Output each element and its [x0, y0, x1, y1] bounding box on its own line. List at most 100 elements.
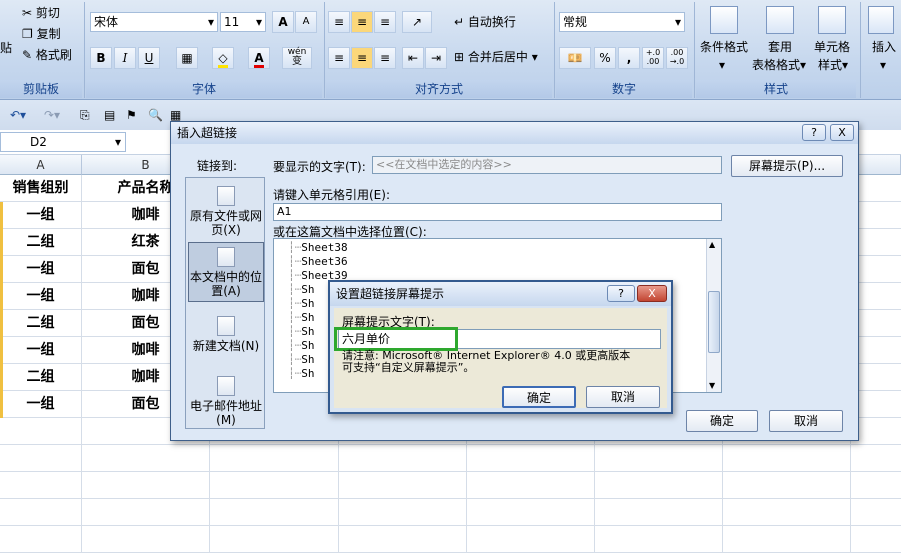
tree-item[interactable]: ┆┈Sh — [288, 339, 315, 353]
table-cell[interactable] — [0, 526, 82, 553]
table-cell[interactable]: 一组 — [0, 256, 82, 283]
toolbar-icon-1[interactable]: ⎘ — [80, 105, 90, 125]
screentip-cancel-button[interactable]: 取消 — [586, 386, 660, 408]
align-top-button[interactable]: ≡ — [328, 11, 350, 33]
toolbar-icon-4[interactable]: 🔍 — [148, 105, 163, 125]
tree-item[interactable]: ┆┈Sh — [288, 311, 315, 325]
table-cell[interactable] — [0, 472, 82, 499]
orientation-button[interactable]: ↗ — [402, 11, 432, 33]
tree-line-icon: ┆┈ — [288, 339, 302, 352]
screentip-ok-button[interactable]: 确定 — [502, 386, 576, 408]
undo-icon[interactable]: ↶▾ — [10, 105, 26, 125]
nav-place-in-document[interactable]: 本文档中的位置(A) — [188, 242, 264, 302]
tree-item[interactable]: ┆┈Sheet38 — [288, 241, 348, 255]
cancel-button[interactable]: 取消 — [769, 410, 843, 432]
percent-icon: % — [599, 51, 611, 65]
nav-existing-file[interactable]: 原有文件或网页(X) — [188, 184, 264, 240]
screentip-button[interactable]: 屏幕提示(P)... — [731, 155, 843, 177]
scroll-down-icon[interactable]: ▼ — [709, 381, 715, 390]
table-format-label-1[interactable]: 套用 — [768, 37, 792, 57]
column-header-a[interactable]: A — [0, 155, 82, 175]
toolbar-icon-2[interactable]: ▤ — [104, 105, 115, 125]
tree-scrollbar[interactable]: ▲ ▼ — [706, 239, 721, 392]
phonetic-button[interactable]: wén 变 — [282, 47, 312, 69]
border-button[interactable]: ▦ — [176, 47, 198, 69]
percent-button[interactable]: % — [594, 47, 616, 69]
underline-button[interactable]: U — [138, 47, 160, 69]
conditional-format-button[interactable]: 条件格式 — [700, 37, 748, 57]
table-cell[interactable]: 二组 — [0, 310, 82, 337]
table-cell[interactable]: 二组 — [0, 229, 82, 256]
align-middle-button[interactable]: ≡ — [351, 11, 373, 33]
scroll-thumb[interactable] — [708, 291, 720, 353]
fill-color-button[interactable]: ◇ — [212, 47, 234, 69]
wrap-text-button[interactable]: ↵ 自动换行 — [454, 12, 516, 32]
cut-button[interactable]: ✂ 剪切 — [22, 3, 60, 23]
cell-styles-label-1[interactable]: 单元格 — [814, 37, 850, 57]
table-cell[interactable] — [82, 472, 210, 499]
increase-indent-button[interactable]: ⇥ — [425, 47, 447, 69]
chevron-down-icon: ▾ — [880, 58, 887, 72]
table-cell[interactable]: 一组 — [0, 283, 82, 310]
close-button[interactable]: X — [830, 124, 854, 141]
font-color-button[interactable]: A — [248, 47, 270, 69]
paste-button-label[interactable]: 贴 — [0, 38, 12, 58]
shrink-font-button[interactable]: A — [295, 11, 317, 33]
table-cell[interactable]: 二组 — [0, 364, 82, 391]
comma-button[interactable]: , — [618, 47, 640, 69]
decrease-indent-button[interactable]: ⇤ — [402, 47, 424, 69]
toolbar-icon-3[interactable]: ⚑ — [126, 105, 137, 125]
table-format-button[interactable]: 表格格式▾ — [752, 55, 806, 75]
redo-icon[interactable]: ↷▾ — [44, 105, 60, 125]
align-bottom-button[interactable]: ≡ — [374, 11, 396, 33]
gridline — [594, 472, 595, 499]
bold-button[interactable]: B — [90, 47, 112, 69]
table-row — [0, 526, 901, 553]
font-name-select[interactable]: 宋体 ▾ — [90, 12, 218, 32]
table-cell[interactable] — [0, 418, 82, 445]
grow-font-button[interactable]: A — [272, 11, 294, 33]
accounting-format-button[interactable]: 💴 — [559, 47, 591, 69]
merge-center-button[interactable]: ⊞ 合并后居中 ▾ — [454, 47, 538, 67]
tree-line-icon: ┆┈ — [288, 353, 302, 366]
tree-item[interactable]: ┆┈Sheet36 — [288, 255, 348, 269]
format-painter-button[interactable]: ✎ 格式刷 — [22, 45, 72, 65]
cell-styles-button[interactable]: 样式▾ — [818, 55, 848, 75]
tree-item[interactable]: ┆┈Sh — [288, 325, 315, 339]
tree-item[interactable]: ┆┈Sh — [288, 283, 315, 297]
table-format-label-2: 表格格式 — [752, 58, 801, 72]
tree-item[interactable]: ┆┈Sh — [288, 297, 315, 311]
align-center-button[interactable]: ≡ — [351, 47, 373, 69]
name-box[interactable]: D2 ▾ — [0, 132, 126, 152]
align-left-button[interactable]: ≡ — [328, 47, 350, 69]
decrease-decimal-button[interactable]: .00 →.0 — [666, 47, 688, 69]
table-cell[interactable] — [82, 445, 210, 472]
insert-button[interactable]: 插入 — [872, 37, 896, 57]
table-cell[interactable]: 一组 — [0, 391, 82, 418]
number-format-select[interactable]: 常规 ▾ — [559, 12, 685, 32]
italic-button[interactable]: I — [114, 47, 136, 69]
chevron-down-icon: ▾ — [674, 15, 681, 29]
table-cell[interactable] — [82, 499, 210, 526]
table-cell[interactable]: 一组 — [0, 202, 82, 229]
copy-button[interactable]: ❐ 复制 — [22, 24, 61, 44]
font-size-select[interactable]: 11 ▾ — [220, 12, 266, 32]
close-button[interactable]: X — [637, 285, 667, 302]
table-cell[interactable] — [0, 499, 82, 526]
display-text-input[interactable]: <<在文档中选定的内容>> — [372, 156, 722, 174]
scroll-up-icon[interactable]: ▲ — [709, 240, 715, 249]
tree-item[interactable]: ┆┈Sh — [288, 367, 315, 381]
tree-item[interactable]: ┆┈Sh — [288, 353, 315, 367]
table-cell[interactable] — [82, 526, 210, 553]
table-cell[interactable]: 销售组别 — [0, 175, 82, 202]
ok-button[interactable]: 确定 — [686, 410, 758, 432]
increase-decimal-button[interactable]: +.0 .00 — [642, 47, 664, 69]
help-button[interactable]: ? — [802, 124, 826, 141]
nav-email-address[interactable]: 电子邮件地址(M) — [188, 372, 264, 427]
table-cell[interactable]: 一组 — [0, 337, 82, 364]
align-right-button[interactable]: ≡ — [374, 47, 396, 69]
help-button[interactable]: ? — [607, 285, 635, 302]
cell-ref-input[interactable]: A1 — [273, 203, 722, 221]
table-cell[interactable] — [0, 445, 82, 472]
nav-new-document[interactable]: 新建文档(N) — [188, 312, 264, 362]
